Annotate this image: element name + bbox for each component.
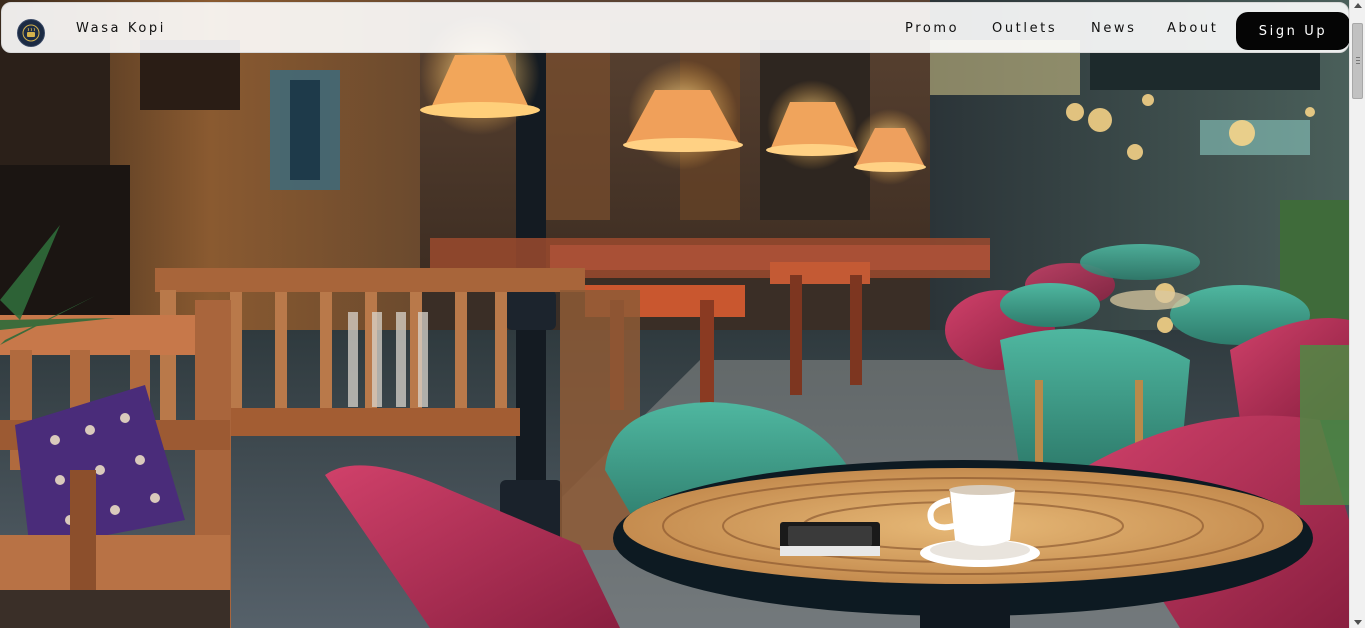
hero-background-image [0, 0, 1349, 628]
page: Wasa Kopi Promo Outlets News About Sign … [0, 0, 1365, 628]
nav-link-promo[interactable]: Promo [905, 21, 959, 36]
top-navbar: Wasa Kopi Promo Outlets News About Sign … [1, 2, 1350, 53]
vertical-scrollbar[interactable] [1349, 0, 1365, 628]
nav-link-outlets[interactable]: Outlets [992, 21, 1057, 36]
coffee-logo-icon[interactable] [17, 19, 45, 47]
brand-name[interactable]: Wasa Kopi [76, 21, 166, 36]
nav-link-news[interactable]: News [1091, 21, 1137, 36]
scrollbar-thumb[interactable] [1352, 23, 1363, 99]
nav-link-about[interactable]: About [1167, 21, 1218, 36]
sign-up-button[interactable]: Sign Up [1236, 12, 1350, 50]
scroll-down-arrow-icon[interactable] [1354, 620, 1362, 625]
scroll-up-arrow-icon[interactable] [1354, 3, 1362, 8]
